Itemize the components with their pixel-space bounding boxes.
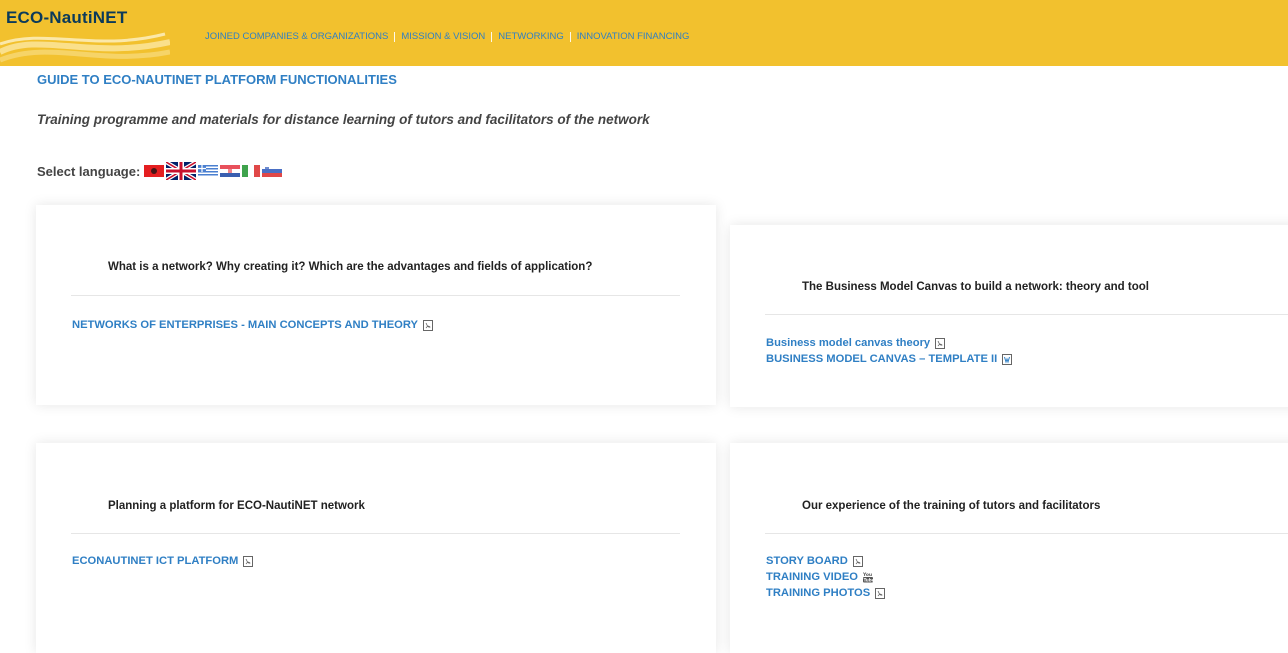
card-heading: Our experience of the training of tutors… bbox=[802, 500, 1101, 512]
doc-icon bbox=[1002, 353, 1013, 365]
link-bmc-template[interactable]: BUSINESS MODEL CANVAS – TEMPLATE II bbox=[766, 351, 1013, 367]
flag-italy-icon[interactable] bbox=[242, 165, 261, 177]
card-heading: The Business Model Canvas to build a net… bbox=[802, 281, 1149, 293]
card-heading: What is a network? Why creating it? Whic… bbox=[108, 261, 593, 273]
site-header: ECO-NautiNET JOINED COMPANIES & ORGANIZA… bbox=[0, 0, 1288, 66]
link-training-photos[interactable]: TRAINING PHOTOS bbox=[766, 585, 886, 601]
card-links: STORY BOARD TRAINING VIDEO You Tube TRAI… bbox=[766, 553, 886, 601]
flag-uk-icon[interactable] bbox=[166, 162, 197, 180]
logo-wave-graphic bbox=[0, 32, 170, 63]
flag-croatia-icon[interactable] bbox=[220, 165, 241, 177]
nav-item-financing[interactable]: INNOVATION FINANCING bbox=[577, 31, 690, 42]
pdf-icon bbox=[423, 319, 433, 331]
pdf-icon bbox=[935, 337, 946, 349]
flag-albania-icon[interactable] bbox=[144, 165, 165, 177]
card-divider bbox=[71, 533, 680, 534]
link-label: Business model canvas theory bbox=[766, 337, 931, 349]
link-ict-platform[interactable]: ECONAUTINET ICT PLATFORM bbox=[72, 553, 254, 569]
card-links: Business model canvas theory BUSINESS MO… bbox=[766, 335, 1013, 367]
link-bmc-theory[interactable]: Business model canvas theory bbox=[766, 335, 1012, 351]
card-divider bbox=[71, 295, 680, 296]
main-nav: JOINED COMPANIES & ORGANIZATIONS MISSION… bbox=[205, 31, 689, 42]
card-heading: Planning a platform for ECO-NautiNET net… bbox=[108, 500, 365, 512]
nav-item-companies[interactable]: JOINED COMPANIES & ORGANIZATIONS bbox=[205, 31, 388, 42]
link-story-board[interactable]: STORY BOARD bbox=[766, 553, 885, 569]
link-label: TRAINING VIDEO bbox=[766, 571, 858, 583]
card-links: ECONAUTINET ICT PLATFORM bbox=[72, 553, 254, 569]
link-label: BUSINESS MODEL CANVAS – TEMPLATE II bbox=[766, 353, 998, 365]
pdf-icon bbox=[243, 555, 254, 567]
language-selector: Select language: bbox=[37, 162, 284, 180]
card-links: NETWORKS OF ENTERPRISES - MAIN CONCEPTS … bbox=[72, 317, 433, 333]
flag-slovenia-icon[interactable] bbox=[262, 165, 283, 177]
card-networks: What is a network? Why creating it? Whic… bbox=[36, 205, 716, 405]
card-divider bbox=[765, 533, 1288, 534]
link-networks-theory[interactable]: NETWORKS OF ENTERPRISES - MAIN CONCEPTS … bbox=[72, 317, 433, 333]
svg-text:Tube: Tube bbox=[864, 577, 873, 582]
youtube-icon: You Tube bbox=[863, 572, 873, 583]
link-label: ECONAUTINET ICT PLATFORM bbox=[72, 555, 239, 567]
language-label: Select language: bbox=[37, 163, 141, 179]
link-training-video[interactable]: TRAINING VIDEO You Tube bbox=[766, 569, 885, 585]
page-title: GUIDE TO ECO-NAUTINET PLATFORM FUNCTIONA… bbox=[37, 72, 397, 87]
card-training-experience: Our experience of the training of tutors… bbox=[730, 443, 1288, 653]
flag-greece-icon[interactable] bbox=[198, 165, 219, 177]
page-subtitle: Training programme and materials for dis… bbox=[37, 112, 650, 127]
card-platform: Planning a platform for ECO-NautiNET net… bbox=[36, 443, 716, 653]
link-label: NETWORKS OF ENTERPRISES - MAIN CONCEPTS … bbox=[72, 319, 418, 331]
card-divider bbox=[765, 314, 1288, 315]
nav-divider bbox=[569, 31, 571, 42]
nav-item-mission[interactable]: MISSION & VISION bbox=[401, 31, 485, 42]
nav-divider bbox=[491, 31, 493, 42]
pdf-icon bbox=[852, 555, 863, 567]
link-label: STORY BOARD bbox=[766, 555, 848, 567]
card-business-model: The Business Model Canvas to build a net… bbox=[730, 225, 1288, 407]
nav-item-networking[interactable]: NETWORKING bbox=[498, 31, 563, 42]
link-label: TRAINING PHOTOS bbox=[766, 587, 871, 599]
nav-divider bbox=[394, 31, 396, 42]
pdf-icon bbox=[875, 587, 886, 599]
site-logo[interactable]: ECO-NautiNET bbox=[6, 8, 127, 28]
